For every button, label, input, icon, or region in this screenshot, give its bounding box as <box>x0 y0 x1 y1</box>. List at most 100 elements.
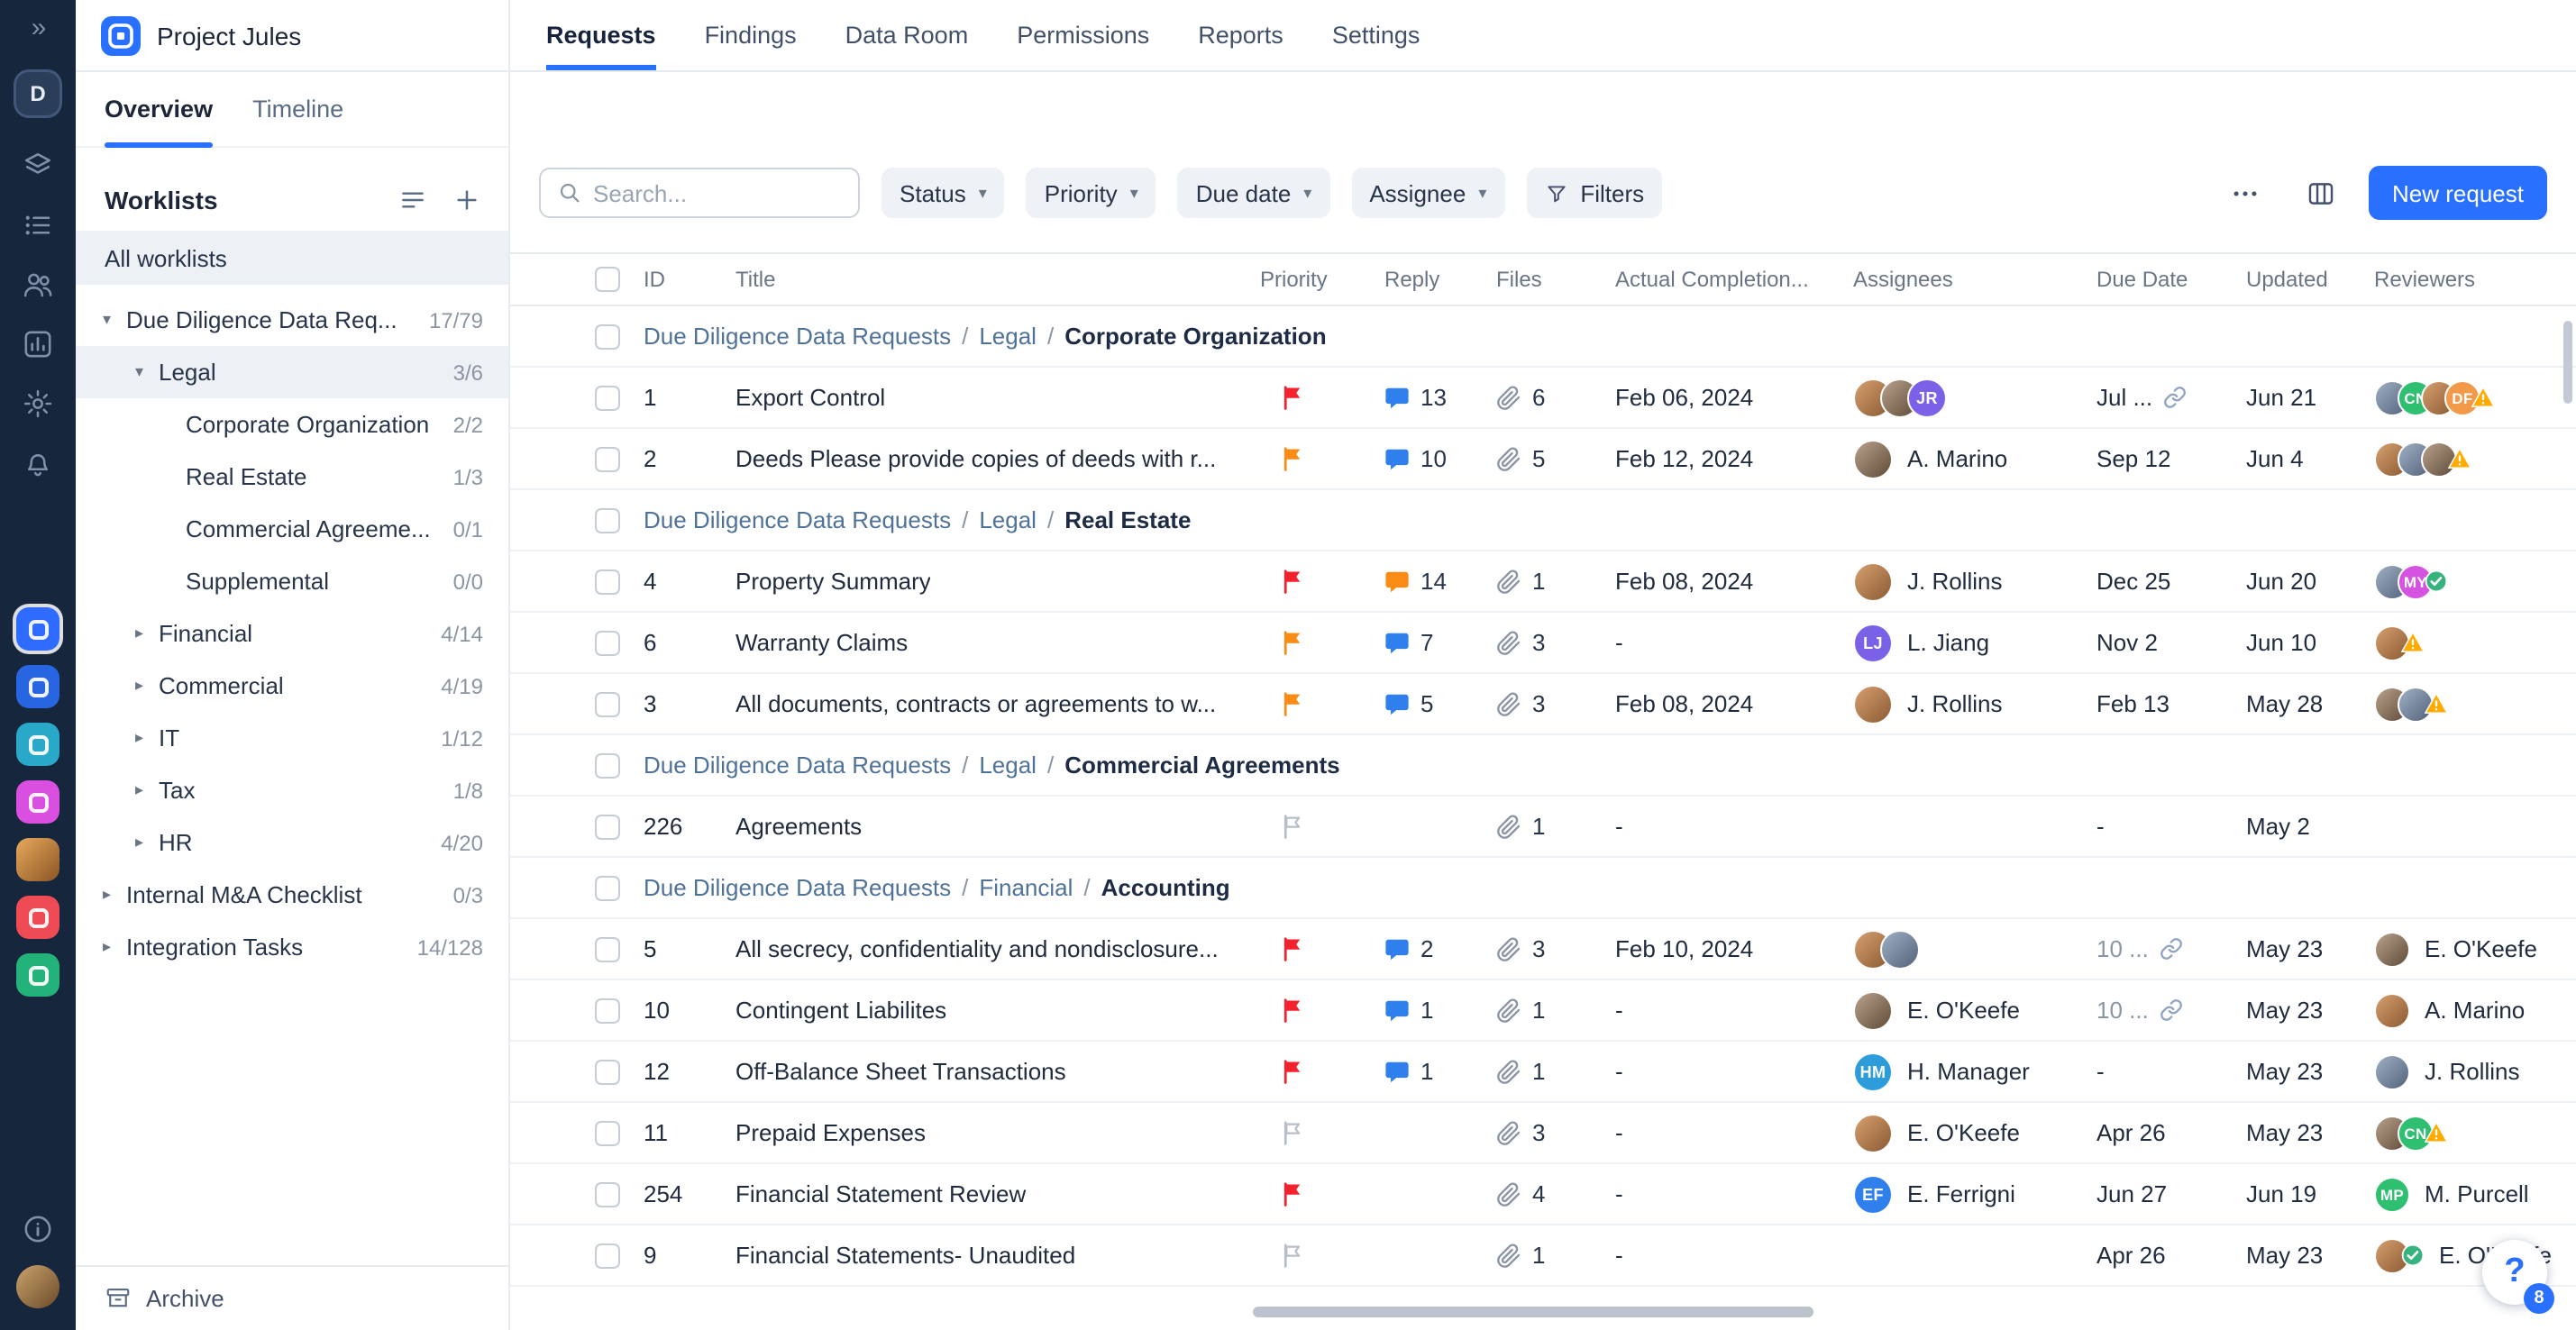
row-checkbox[interactable] <box>595 691 620 716</box>
cell-assignees[interactable]: EFE. Ferrigni <box>1853 1174 2096 1214</box>
row-checkbox[interactable] <box>595 1059 620 1084</box>
cell-reply[interactable]: 13 <box>1384 384 1496 411</box>
cell-files[interactable]: 6 <box>1496 384 1615 411</box>
tab-permissions[interactable]: Permissions <box>1017 0 1149 70</box>
cell-reviewers[interactable]: E. O'Keefe <box>2374 931 2576 967</box>
search-input[interactable] <box>593 179 842 206</box>
tab-findings[interactable]: Findings <box>705 0 797 70</box>
tree-item-corporate-organization[interactable]: Corporate Organization2/2 <box>76 398 508 451</box>
col-reply[interactable]: Reply <box>1384 267 1496 292</box>
tab-requests[interactable]: Requests <box>546 0 656 70</box>
cell-due-date[interactable]: Jun 27 <box>2096 1180 2246 1207</box>
cell-priority[interactable] <box>1260 445 1384 472</box>
tab-reports[interactable]: Reports <box>1198 0 1283 70</box>
cell-assignees[interactable]: A. Marino <box>1853 439 2096 478</box>
tree-item-integration-tasks[interactable]: ▸Integration Tasks14/128 <box>76 921 508 973</box>
analytics-icon[interactable] <box>22 328 54 360</box>
row-checkbox[interactable] <box>595 630 620 655</box>
cell-priority[interactable] <box>1260 935 1384 962</box>
table-row[interactable]: 3 All documents, contracts or agreements… <box>510 674 2576 735</box>
tab-timeline[interactable]: Timeline <box>252 72 343 146</box>
cell-files[interactable]: 3 <box>1496 629 1615 656</box>
col-title[interactable]: Title <box>735 267 1260 292</box>
col-assignees[interactable]: Assignees <box>1853 267 2096 292</box>
chevron-right-icon[interactable]: ▸ <box>103 937 126 957</box>
tree-item-real-estate[interactable]: Real Estate1/3 <box>76 451 508 503</box>
tree-item-tax[interactable]: ▸Tax1/8 <box>76 764 508 816</box>
cell-files[interactable]: 3 <box>1496 935 1615 962</box>
cell-assignees[interactable]: E. O'Keefe <box>1853 990 2096 1030</box>
tab-data-room[interactable]: Data Room <box>845 0 969 70</box>
select-all-checkbox[interactable] <box>595 267 620 292</box>
chevron-down-icon[interactable]: ▾ <box>103 310 126 330</box>
org-badge[interactable]: D <box>16 72 59 115</box>
cell-due-date[interactable]: 10 ... <box>2096 997 2246 1024</box>
cell-reviewers[interactable]: A. Marino <box>2374 992 2576 1028</box>
tab-settings[interactable]: Settings <box>1332 0 1420 70</box>
cell-files[interactable]: 1 <box>1496 568 1615 595</box>
layers-icon[interactable] <box>22 150 54 182</box>
col-reviewers[interactable]: Reviewers <box>2374 267 2576 292</box>
cell-due-date[interactable]: - <box>2096 813 2246 840</box>
cell-title[interactable]: All documents, contracts or agreements t… <box>735 690 1260 717</box>
people-icon[interactable] <box>22 269 54 301</box>
tree-item-commercial-agreements[interactable]: Commercial Agreeme...0/1 <box>76 503 508 555</box>
cell-reviewers[interactable] <box>2374 441 2576 477</box>
cell-priority[interactable] <box>1260 384 1384 411</box>
cell-reviewers[interactable]: CN <box>2374 1115 2576 1151</box>
due-date-filter-dropdown[interactable]: Due date▾ <box>1178 168 1330 218</box>
tasks-icon[interactable] <box>22 209 54 241</box>
cell-title[interactable]: Deeds Please provide copies of deeds wit… <box>735 445 1260 472</box>
notifications-icon[interactable] <box>22 447 54 479</box>
table-row[interactable]: 6 Warranty Claims 7 3 - LJL. Jiang Nov 2… <box>510 613 2576 674</box>
cell-priority[interactable] <box>1260 568 1384 595</box>
tree-item-legal[interactable]: ▾Legal3/6 <box>76 346 508 398</box>
workspace-tile[interactable] <box>16 953 59 997</box>
cell-title[interactable]: Agreements <box>735 813 1260 840</box>
chevron-right-icon[interactable]: ▸ <box>135 728 159 748</box>
table-row[interactable]: 9 Financial Statements- Unaudited 1 - Ap… <box>510 1225 2576 1287</box>
cell-reply[interactable]: 1 <box>1384 1058 1496 1085</box>
table-row[interactable]: 10 Contingent Liabilites 1 1 - E. O'Keef… <box>510 980 2576 1042</box>
workspace-tile[interactable] <box>16 896 59 939</box>
cell-priority[interactable] <box>1260 629 1384 656</box>
help-button[interactable]: ?8 <box>2482 1240 2547 1305</box>
cell-assignees[interactable]: J. Rollins <box>1853 561 2096 601</box>
cell-title[interactable]: Off-Balance Sheet Transactions <box>735 1058 1260 1085</box>
cell-due-date[interactable]: Apr 26 <box>2096 1242 2246 1269</box>
table-row[interactable]: 4 Property Summary 14 1 Feb 08, 2024 J. … <box>510 551 2576 613</box>
new-request-button[interactable]: New request <box>2369 166 2547 220</box>
cell-reviewers[interactable]: CNDF <box>2374 379 2576 415</box>
tree-item-it[interactable]: ▸IT1/12 <box>76 712 508 764</box>
chevron-right-icon[interactable]: ▸ <box>135 833 159 852</box>
cell-title[interactable]: Prepaid Expenses <box>735 1119 1260 1146</box>
horizontal-scrollbar[interactable] <box>1253 1307 1813 1317</box>
cell-reviewers[interactable] <box>2374 624 2576 660</box>
cell-priority[interactable] <box>1260 1180 1384 1207</box>
cell-title[interactable]: Export Control <box>735 384 1260 411</box>
cell-title[interactable]: Property Summary <box>735 568 1260 595</box>
chevron-right-icon[interactable]: ▸ <box>135 624 159 643</box>
row-checkbox[interactable] <box>595 814 620 839</box>
tree-item-commercial[interactable]: ▸Commercial4/19 <box>76 660 508 712</box>
tree-item-financial[interactable]: ▸Financial4/14 <box>76 607 508 660</box>
table-row[interactable]: 12 Off-Balance Sheet Transactions 1 1 - … <box>510 1042 2576 1103</box>
tree-item-hr[interactable]: ▸HR4/20 <box>76 816 508 869</box>
col-actual-completion[interactable]: Actual Completion... <box>1615 267 1853 292</box>
table-row[interactable]: 2 Deeds Please provide copies of deeds w… <box>510 429 2576 490</box>
col-updated[interactable]: Updated <box>2246 267 2374 292</box>
columns-button[interactable] <box>2293 168 2347 218</box>
cell-priority[interactable] <box>1260 690 1384 717</box>
cell-assignees[interactable]: HMH. Manager <box>1853 1052 2096 1091</box>
table-row[interactable]: 11 Prepaid Expenses 3 - E. O'Keefe Apr 2… <box>510 1103 2576 1164</box>
cell-due-date[interactable]: Sep 12 <box>2096 445 2246 472</box>
col-files[interactable]: Files <box>1496 267 1615 292</box>
cell-files[interactable]: 5 <box>1496 445 1615 472</box>
row-checkbox[interactable] <box>595 569 620 594</box>
cell-priority[interactable] <box>1260 813 1384 840</box>
col-due-date[interactable]: Due Date <box>2096 267 2246 292</box>
cell-priority[interactable] <box>1260 1242 1384 1269</box>
chevron-right-icon[interactable]: ▸ <box>135 676 159 696</box>
search-box[interactable] <box>539 168 860 218</box>
cell-priority[interactable] <box>1260 997 1384 1024</box>
